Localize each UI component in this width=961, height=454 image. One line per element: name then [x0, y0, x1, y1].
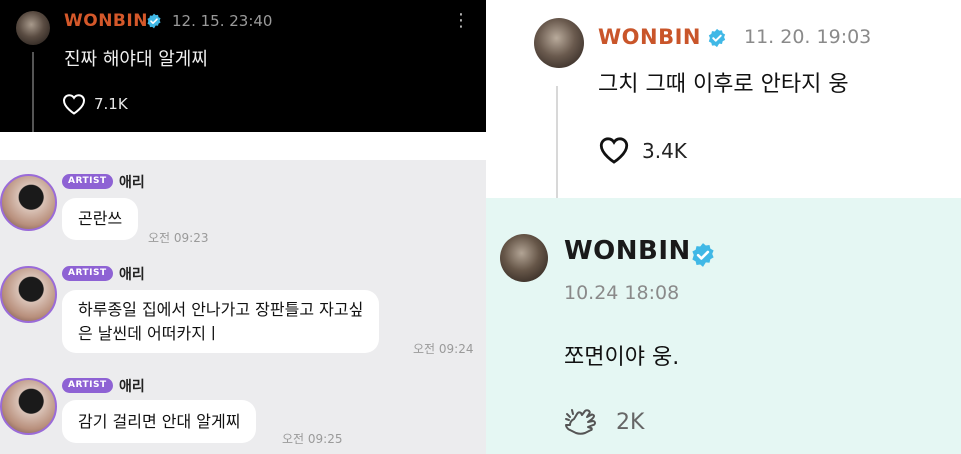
thread-line: [556, 86, 558, 198]
heart-icon[interactable]: [598, 136, 630, 164]
chat-message: ARTIST 애리 감기 걸리면 안대 알게찌 오전 09:25: [0, 364, 486, 454]
verified-badge-icon: [692, 243, 714, 267]
message-time: 오전 09:25: [282, 432, 343, 446]
avatar[interactable]: [0, 266, 57, 323]
post-text: 진짜 해야대 알게찌: [64, 49, 208, 70]
chat-message: ARTIST 애리 하루종일 집에서 안나가고 장판틀고 자고싶 은 날씬데 어…: [0, 252, 486, 364]
avatar[interactable]: [16, 11, 50, 45]
artist-badge: ARTIST: [62, 174, 113, 189]
avatar[interactable]: [500, 234, 548, 282]
author-name[interactable]: WONBIN: [64, 11, 148, 31]
light-post: WONBIN 11. 20. 19:03 그치 그때 이후로 안타지 웅 3.4…: [486, 0, 961, 198]
message-bubble[interactable]: 곤란쓰: [62, 198, 139, 240]
dark-post: WONBIN 12. 15. 23:40 ⋮ 진짜 해야대 알게찌 7.1K: [0, 0, 486, 132]
like-count: 2K: [616, 410, 645, 435]
message-text-line: 은 날씬데 어떠카지ㅣ: [78, 324, 221, 343]
avatar[interactable]: [534, 18, 584, 68]
post-text: 쪼면이야 웅.: [564, 345, 680, 370]
message-time: 오전 09:24: [413, 342, 474, 356]
like-count: 7.1K: [94, 95, 128, 113]
heart-icon[interactable]: [62, 93, 86, 115]
sender-name: 애리: [119, 175, 145, 191]
like-count: 3.4K: [642, 139, 687, 163]
sender-name: 애리: [119, 379, 145, 395]
thread-line: [32, 52, 34, 132]
message-text: 감기 걸리면 안대 알게찌: [78, 412, 241, 431]
post-timestamp: 10.24 18:08: [564, 282, 680, 304]
avatar[interactable]: [0, 378, 57, 435]
message-time: 오전 09:23: [148, 231, 209, 245]
avatar[interactable]: [0, 174, 57, 231]
post-text: 그치 그때 이후로 안타지 웅: [598, 72, 849, 97]
sender-name: 애리: [119, 267, 145, 283]
message-text: 곤란쓰: [78, 209, 123, 228]
artist-badge: ARTIST: [62, 266, 113, 281]
more-vertical-icon[interactable]: ⋮: [452, 10, 470, 31]
artist-badge: ARTIST: [62, 378, 113, 393]
post-timestamp: 11. 20. 19:03: [744, 26, 872, 48]
verified-badge-icon: [147, 13, 161, 29]
verified-badge-icon: [708, 28, 726, 48]
chat-message: ARTIST 애리 곤란쓰 오전 09:23: [0, 160, 486, 252]
mint-post: WONBIN 10.24 18:08 쪼면이야 웅. 2K: [486, 198, 961, 454]
reaction-hand-icon[interactable]: [564, 405, 600, 441]
message-bubble[interactable]: 감기 걸리면 안대 알게찌: [62, 400, 257, 443]
message-bubble[interactable]: 하루종일 집에서 안나가고 장판틀고 자고싶 은 날씬데 어떠카지ㅣ: [62, 290, 380, 353]
message-text-line: 하루종일 집에서 안나가고 장판틀고 자고싶: [78, 300, 364, 319]
author-name[interactable]: WONBIN: [564, 236, 691, 266]
author-name[interactable]: WONBIN: [598, 25, 701, 49]
chat-panel: ARTIST 애리 곤란쓰 오전 09:23 ARTIST 애리 하루종일 집에…: [0, 160, 486, 454]
post-timestamp: 12. 15. 23:40: [172, 12, 273, 30]
